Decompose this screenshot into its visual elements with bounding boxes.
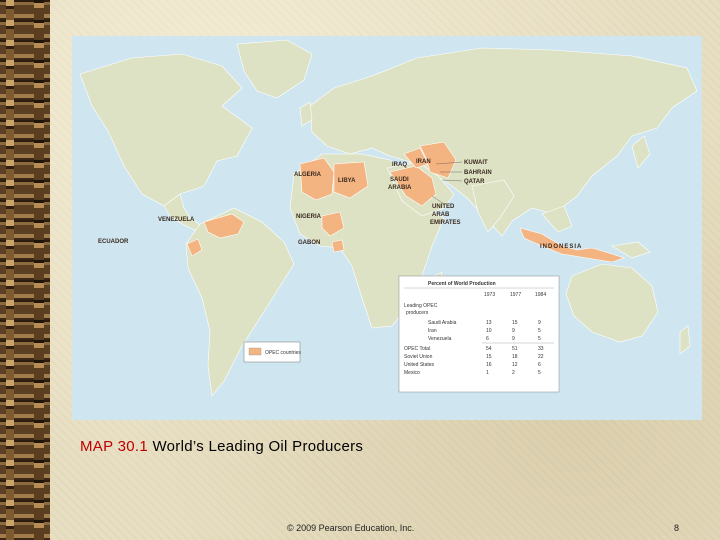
label-venezuela: VENEZUELA: [158, 217, 195, 223]
label-libya: LIBYA: [338, 178, 356, 184]
map-caption: MAP 30.1 World’s Leading Oil Producers: [80, 438, 363, 455]
decorative-border: [0, 0, 50, 540]
gabon-region: [331, 239, 345, 253]
label-iraq: IRAQ: [392, 162, 407, 168]
label-algeria: ALGERIA: [294, 172, 322, 178]
legend-label: OPEC countries: [265, 350, 301, 356]
production-table: Percent of World Production 1973 1977 19…: [398, 275, 560, 393]
label-gabon: GABON: [298, 240, 320, 246]
label-emirates: EMIRATES: [430, 220, 461, 226]
table-cell: 5: [538, 328, 541, 334]
label-ecuador: ECUADOR: [98, 239, 129, 245]
table-row-label: Iran: [428, 328, 437, 334]
map-svg: ALGERIA LIBYA IRAQ IRAN KUWAIT BAHRAIN Q…: [72, 36, 702, 420]
table-cell: 18: [512, 354, 518, 360]
table-row-label: Saudi Arabia: [428, 320, 457, 326]
map-title: World’s Leading Oil Producers: [152, 438, 364, 455]
table-title: Percent of World Production: [428, 281, 496, 287]
year-header-3: 1984: [535, 292, 546, 298]
label-qatar: QATAR: [464, 179, 485, 185]
year-header-1: 1973: [484, 292, 495, 298]
table-cell: 5: [538, 336, 541, 342]
map-number: MAP 30.1: [80, 438, 148, 455]
table-cell: 6: [486, 336, 489, 342]
table-cell: 6: [538, 362, 541, 368]
map-legend: OPEC countries: [243, 341, 301, 363]
label-saudi: SAUDI: [390, 177, 409, 183]
table-cell: 9: [512, 328, 515, 334]
table-cell: 15: [512, 320, 518, 326]
group-label-2: producers: [406, 310, 429, 316]
copyright-text: © 2009 Pearson Education, Inc.: [287, 523, 415, 533]
label-kuwait: KUWAIT: [464, 160, 488, 166]
group-label-1: Leading OPEC: [404, 303, 438, 309]
world-map: ALGERIA LIBYA IRAQ IRAN KUWAIT BAHRAIN Q…: [72, 36, 702, 420]
table-cell: 51: [512, 346, 518, 352]
label-iran: IRAN: [416, 159, 431, 165]
label-nigeria: NIGERIA: [296, 214, 322, 220]
label-united: UNITED: [432, 204, 455, 210]
table-cell: 2: [512, 370, 515, 376]
table-cell: 22: [538, 354, 544, 360]
label-arab: ARAB: [432, 212, 450, 218]
table-cell: 1: [486, 370, 489, 376]
table-cell: 13: [486, 320, 492, 326]
table-cell: 5: [538, 370, 541, 376]
table-row-label: OPEC Total: [404, 346, 430, 352]
table-cell: 33: [538, 346, 544, 352]
table-cell: 16: [486, 362, 492, 368]
label-bahrain: BAHRAIN: [464, 170, 492, 176]
page-number: 8: [674, 523, 680, 533]
table-row-label: Soviet Union: [404, 354, 433, 360]
table-cell: 10: [486, 328, 492, 334]
table-row-label: Venezuela: [428, 336, 452, 342]
table-cell: 9: [538, 320, 541, 326]
table-row-label: Mexico: [404, 370, 420, 376]
label-indonesia: INDONESIA: [540, 244, 582, 250]
label-arabia: ARABIA: [388, 185, 412, 191]
year-header-2: 1977: [510, 292, 521, 298]
legend-swatch: [248, 347, 262, 356]
table-cell: 12: [512, 362, 518, 368]
table-cell: 9: [512, 336, 515, 342]
table-cell: 54: [486, 346, 492, 352]
table-row-label: United States: [404, 362, 435, 368]
table-cell: 15: [486, 354, 492, 360]
